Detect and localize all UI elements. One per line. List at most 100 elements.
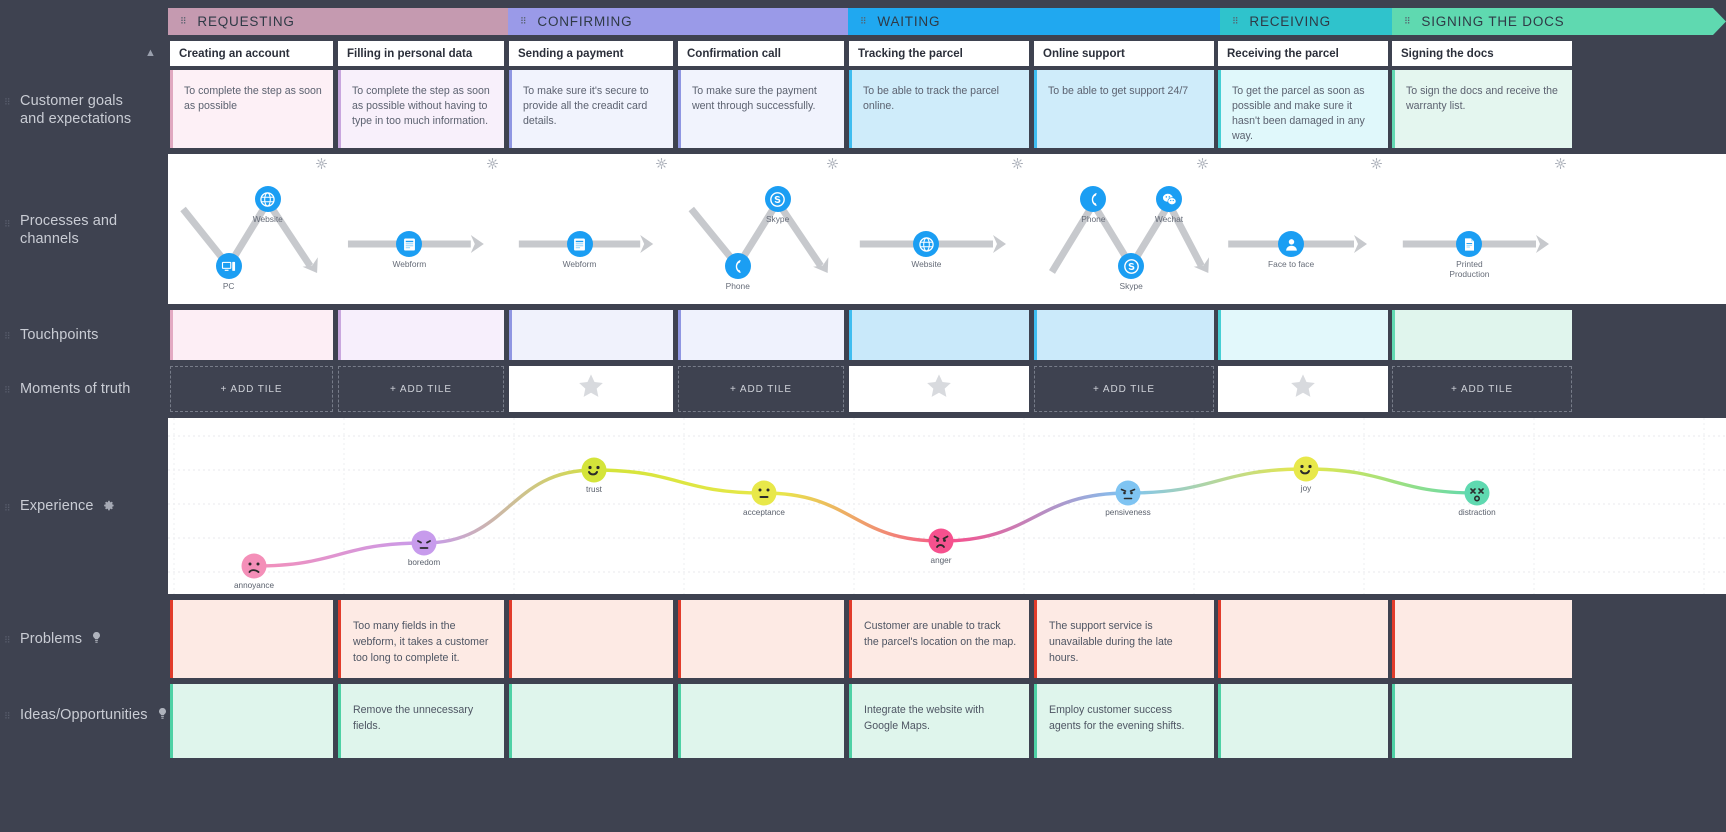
problem-cell-7[interactable] xyxy=(1392,600,1572,678)
moment-of-truth-tile[interactable] xyxy=(509,366,673,412)
process-flow-path xyxy=(1228,235,1367,253)
column-header-1[interactable]: Filling in personal data xyxy=(338,41,504,66)
stage-signing-the-docs[interactable]: ⠿ SIGNING THE DOCS xyxy=(1392,8,1726,35)
moment-of-truth-tile[interactable] xyxy=(1218,366,1388,412)
touchpoint-cell-1[interactable] xyxy=(338,310,504,360)
journey-map-app: ▲ ⠿ Customer goals and expectations ⠿ Pr… xyxy=(0,0,1726,832)
collapse-rows-arrow[interactable]: ▲ xyxy=(145,47,159,61)
process-column-6[interactable]: Face to face xyxy=(1218,154,1388,304)
channel-label: Printed Production xyxy=(1449,259,1490,279)
journey-board: ⠿ REQUESTING ⠿ CONFIRMING ⠿ WAITING ⠿ RE… xyxy=(168,0,1726,832)
problem-cell-0[interactable] xyxy=(170,600,333,678)
drag-grip-icon[interactable]: ⠿ xyxy=(1232,17,1239,26)
stage-confirming[interactable]: ⠿ CONFIRMING xyxy=(508,8,861,35)
touchpoint-cell-5[interactable] xyxy=(1034,310,1214,360)
touchpoint-cell-0[interactable] xyxy=(170,310,333,360)
bulb-icon[interactable] xyxy=(92,631,101,649)
row-label-rail: ▲ ⠿ Customer goals and expectations ⠿ Pr… xyxy=(0,0,168,832)
emotion-marker-joy[interactable] xyxy=(1293,456,1319,482)
column-header-2[interactable]: Sending a payment xyxy=(509,41,673,66)
drag-grip-icon[interactable]: ⠿ xyxy=(1404,17,1411,26)
problem-cell-1[interactable]: Too many fields in the webform, it takes… xyxy=(338,600,504,678)
row-grip-touchpoints[interactable]: ⠿ xyxy=(4,332,12,341)
add-tile-button[interactable]: + ADD TILE xyxy=(1392,366,1572,412)
emotion-marker-annoyance[interactable] xyxy=(241,553,267,579)
add-tile-button[interactable]: + ADD TILE xyxy=(170,366,333,412)
row-grip-ideas[interactable]: ⠿ xyxy=(4,712,12,721)
row-grip-processes[interactable]: ⠿ xyxy=(4,220,12,229)
idea-cell-3[interactable] xyxy=(678,684,844,758)
channel-chip-wechat-icon[interactable] xyxy=(1156,186,1182,212)
goal-cell-6[interactable]: To get the parcel as soon as possible an… xyxy=(1218,70,1388,148)
process-column-5[interactable]: Phone Skype Wechat xyxy=(1034,154,1214,304)
idea-cell-7[interactable] xyxy=(1392,684,1572,758)
touchpoint-cell-6[interactable] xyxy=(1218,310,1388,360)
emotion-marker-trust[interactable] xyxy=(581,457,607,483)
idea-cell-4[interactable]: Integrate the website with Google Maps. xyxy=(849,684,1029,758)
drag-grip-icon[interactable]: ⠿ xyxy=(860,17,867,26)
drag-grip-icon[interactable]: ⠿ xyxy=(520,17,527,26)
bulb-icon[interactable] xyxy=(158,707,167,725)
process-flow-path xyxy=(1402,235,1549,253)
touchpoint-cell-3[interactable] xyxy=(678,310,844,360)
idea-cell-1[interactable]: Remove the unnecessary fields. xyxy=(338,684,504,758)
channel-chip-webform-icon[interactable] xyxy=(566,231,593,257)
stage-waiting[interactable]: ⠿ WAITING xyxy=(848,8,1233,35)
stage-receiving[interactable]: ⠿ RECEIVING xyxy=(1220,8,1405,35)
channel-chip-person-icon[interactable] xyxy=(1278,231,1305,257)
idea-cell-6[interactable] xyxy=(1218,684,1388,758)
gear-icon[interactable] xyxy=(103,498,115,516)
process-column-2[interactable]: Webform xyxy=(509,154,673,304)
goal-cell-1[interactable]: To complete the step as soon as possible… xyxy=(338,70,504,148)
column-header-0[interactable]: Creating an account xyxy=(170,41,333,66)
problem-cell-4[interactable]: Customer are unable to track the parcel'… xyxy=(849,600,1029,678)
add-tile-button[interactable]: + ADD TILE xyxy=(678,366,844,412)
process-column-4[interactable]: Website xyxy=(849,154,1029,304)
channel-chip-pc-icon[interactable] xyxy=(215,253,242,279)
row-experience[interactable]: annoyance boredom trust acceptance anger pens… xyxy=(168,418,1726,594)
goal-cell-0[interactable]: To complete the step as soon as possible xyxy=(170,70,333,148)
moment-of-truth-tile[interactable] xyxy=(849,366,1029,412)
emotion-marker-distraction[interactable] xyxy=(1464,480,1490,506)
column-header-3[interactable]: Confirmation call xyxy=(678,41,844,66)
row-grip-goals[interactable]: ⠿ xyxy=(4,98,12,107)
idea-cell-2[interactable] xyxy=(509,684,673,758)
idea-cell-5[interactable]: Employ customer success agents for the e… xyxy=(1034,684,1214,758)
goal-cell-3[interactable]: To make sure the payment went through su… xyxy=(678,70,844,148)
row-grip-experience[interactable]: ⠿ xyxy=(4,504,12,513)
emotion-marker-anger[interactable] xyxy=(928,528,954,554)
row-grip-problems[interactable]: ⠿ xyxy=(4,636,12,645)
process-column-0[interactable]: PC Website xyxy=(170,154,333,304)
emotion-marker-pensiveness[interactable] xyxy=(1115,480,1141,506)
column-header-5[interactable]: Online support xyxy=(1034,41,1214,66)
touchpoint-cell-4[interactable] xyxy=(849,310,1029,360)
process-column-3[interactable]: Phone Skype xyxy=(678,154,844,304)
goal-cell-2[interactable]: To make sure it's secure to provide all … xyxy=(509,70,673,148)
goal-cell-4[interactable]: To be able to track the parcel online. xyxy=(849,70,1029,148)
stage-requesting[interactable]: ⠿ REQUESTING xyxy=(168,8,521,35)
problem-cell-6[interactable] xyxy=(1218,600,1388,678)
goal-cell-5[interactable]: To be able to get support 24/7 xyxy=(1034,70,1214,148)
idea-cell-0[interactable] xyxy=(170,684,333,758)
problem-cell-5[interactable]: The support service is unavailable durin… xyxy=(1034,600,1214,678)
channel-chip-skype-icon[interactable] xyxy=(1118,253,1145,279)
goal-cell-7[interactable]: To sign the docs and receive the warrant… xyxy=(1392,70,1572,148)
touchpoint-cell-7[interactable] xyxy=(1392,310,1572,360)
problem-cell-2[interactable] xyxy=(509,600,673,678)
column-header-4[interactable]: Tracking the parcel xyxy=(849,41,1029,66)
channel-chip-skype-icon[interactable] xyxy=(764,186,791,212)
emotion-marker-acceptance[interactable] xyxy=(751,480,777,506)
channel-chip-phone-icon[interactable] xyxy=(724,253,751,279)
row-grip-moments[interactable]: ⠿ xyxy=(4,386,12,395)
channel-chip-globe-icon[interactable] xyxy=(254,186,281,212)
column-header-7[interactable]: Signing the docs xyxy=(1392,41,1572,66)
emotion-marker-boredom[interactable] xyxy=(411,530,437,556)
process-column-1[interactable]: Webform xyxy=(338,154,504,304)
process-column-7[interactable]: Printed Production xyxy=(1392,154,1572,304)
touchpoint-cell-2[interactable] xyxy=(509,310,673,360)
problem-cell-3[interactable] xyxy=(678,600,844,678)
add-tile-button[interactable]: + ADD TILE xyxy=(1034,366,1214,412)
drag-grip-icon[interactable]: ⠿ xyxy=(180,17,187,26)
column-header-6[interactable]: Receiving the parcel xyxy=(1218,41,1388,66)
add-tile-button[interactable]: + ADD TILE xyxy=(338,366,504,412)
